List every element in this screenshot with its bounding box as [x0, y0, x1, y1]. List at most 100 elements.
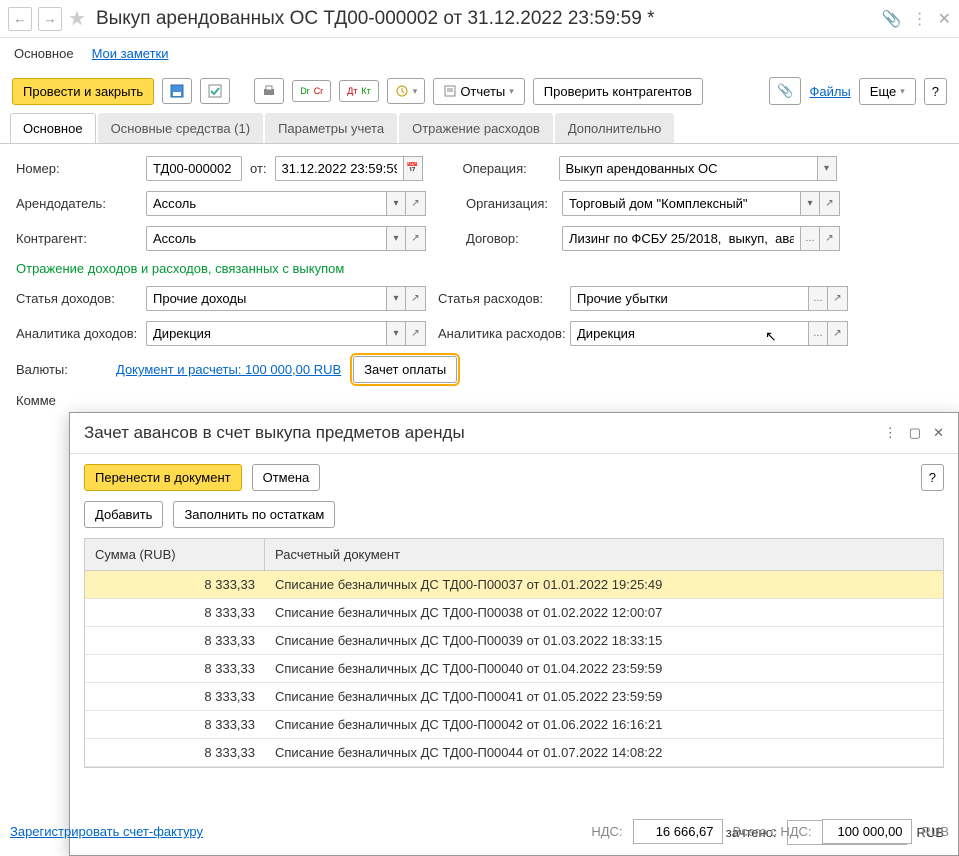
- table-row[interactable]: 8 333,33Списание безналичных ДС ТД00-П00…: [85, 739, 943, 767]
- dropdown-icon[interactable]: ▾: [817, 156, 837, 181]
- lessor-label: Арендодатель:: [16, 196, 146, 211]
- attach-icon[interactable]: 📎: [882, 9, 902, 29]
- cell-sum: 8 333,33: [85, 627, 265, 654]
- close-icon[interactable]: ✕: [938, 9, 951, 29]
- table-row[interactable]: 8 333,33Списание безналичных ДС ТД00-П00…: [85, 627, 943, 655]
- dt-ct-button[interactable]: DrCr: [292, 80, 331, 102]
- dropdown-icon[interactable]: ▾: [800, 191, 820, 216]
- nav-back[interactable]: ←: [8, 7, 32, 31]
- section-header: Отражение доходов и расходов, связанных …: [16, 261, 943, 276]
- counter-input[interactable]: [146, 226, 386, 251]
- currency-link[interactable]: Документ и расчеты: 100 000,00 RUB: [116, 362, 341, 377]
- footer-currency: RUB: [922, 824, 949, 839]
- cell-sum: 8 333,33: [85, 655, 265, 682]
- open-icon[interactable]: ↗: [406, 321, 426, 346]
- cell-doc: Списание безналичных ДС ТД00-П00042 от 0…: [265, 711, 943, 738]
- kebab-icon[interactable]: ⋮: [912, 9, 928, 29]
- save-button[interactable]: [162, 78, 192, 104]
- dropdown-icon[interactable]: ▾: [386, 191, 406, 216]
- contract-input[interactable]: [562, 226, 800, 251]
- fill-button[interactable]: Заполнить по остаткам: [173, 501, 335, 528]
- total-with-nds-input: [822, 819, 912, 844]
- dropdown-icon[interactable]: ▾: [386, 286, 406, 311]
- tab-main[interactable]: Основное: [10, 113, 96, 143]
- open-icon[interactable]: ↗: [820, 191, 840, 216]
- comment-label: Комме: [16, 393, 76, 408]
- nav-fwd[interactable]: →: [38, 7, 62, 31]
- dialog-kebab-icon[interactable]: ⋮: [884, 425, 897, 441]
- ellipsis-icon[interactable]: …: [800, 226, 820, 251]
- tab-params[interactable]: Параметры учета: [265, 113, 397, 143]
- cell-doc: Списание безналичных ДС ТД00-П00044 от 0…: [265, 739, 943, 766]
- cell-sum: 8 333,33: [85, 711, 265, 738]
- number-input[interactable]: [146, 156, 242, 181]
- operation-label: Операция:: [463, 161, 559, 176]
- cell-sum: 8 333,33: [85, 571, 265, 598]
- cell-doc: Списание безналичных ДС ТД00-П00038 от 0…: [265, 599, 943, 626]
- print-button[interactable]: [254, 78, 284, 104]
- open-icon[interactable]: ↗: [406, 226, 426, 251]
- more-button[interactable]: Еще ▾: [859, 78, 916, 105]
- cell-doc: Списание безналичных ДС ТД00-П00039 от 0…: [265, 627, 943, 654]
- ellipsis-icon[interactable]: …: [808, 321, 828, 346]
- operation-input[interactable]: [559, 156, 817, 181]
- subtab-main[interactable]: Основное: [14, 46, 74, 61]
- dropdown-icon[interactable]: ▾: [386, 321, 406, 346]
- add-button[interactable]: Добавить: [84, 501, 163, 528]
- contract-label: Договор:: [466, 231, 562, 246]
- help-button[interactable]: ?: [924, 78, 947, 105]
- check-counterparty-button[interactable]: Проверить контрагентов: [533, 78, 703, 105]
- post-close-button[interactable]: Провести и закрыть: [12, 78, 154, 105]
- table-row[interactable]: 8 333,33Списание безналичных ДС ТД00-П00…: [85, 655, 943, 683]
- open-icon[interactable]: ↗: [828, 321, 848, 346]
- org-input[interactable]: [562, 191, 800, 216]
- dropdown-icon[interactable]: ▾: [386, 226, 406, 251]
- table-row[interactable]: 8 333,33Списание безналичных ДС ТД00-П00…: [85, 571, 943, 599]
- structure-button[interactable]: ▾: [387, 78, 426, 104]
- clip-button[interactable]: 📎: [769, 77, 801, 105]
- cell-doc: Списание безналичных ДС ТД00-П00037 от 0…: [265, 571, 943, 598]
- col-doc[interactable]: Расчетный документ: [265, 539, 943, 570]
- post-button[interactable]: [200, 78, 230, 104]
- ellipsis-icon[interactable]: …: [808, 286, 828, 311]
- total-with-nds-label: Всего с НДС:: [733, 824, 812, 839]
- income-art-input[interactable]: [146, 286, 386, 311]
- table-row[interactable]: 8 333,33Списание безналичных ДС ТД00-П00…: [85, 711, 943, 739]
- calendar-icon[interactable]: 📅: [403, 156, 423, 181]
- income-art-label: Статья доходов:: [16, 291, 146, 306]
- expense-an-label: Аналитика расходов:: [438, 326, 570, 341]
- expense-an-input[interactable]: [570, 321, 808, 346]
- offset-dialog: Зачет авансов в счет выкупа предметов ар…: [69, 412, 959, 856]
- col-sum[interactable]: Сумма (RUB): [85, 539, 265, 570]
- tab-expenses[interactable]: Отражение расходов: [399, 113, 553, 143]
- tabs: Основное Основные средства (1) Параметры…: [0, 113, 959, 144]
- cancel-button[interactable]: Отмена: [252, 464, 321, 491]
- to-document-button[interactable]: Перенести в документ: [84, 464, 242, 491]
- dialog-max-icon[interactable]: ▢: [909, 425, 921, 441]
- dialog-help-button[interactable]: ?: [921, 464, 944, 491]
- cell-doc: Списание безналичных ДС ТД00-П00041 от 0…: [265, 683, 943, 710]
- dt-kt-button[interactable]: ДтКт: [339, 80, 379, 102]
- date-input[interactable]: [275, 156, 403, 181]
- open-icon[interactable]: ↗: [828, 286, 848, 311]
- files-link[interactable]: Файлы: [809, 84, 850, 99]
- number-label: Номер:: [16, 161, 146, 176]
- table-row[interactable]: 8 333,33Списание безналичных ДС ТД00-П00…: [85, 599, 943, 627]
- income-an-input[interactable]: [146, 321, 386, 346]
- expense-art-input[interactable]: [570, 286, 808, 311]
- page-title: Выкуп арендованных ОС ТД00-000002 от 31.…: [96, 8, 655, 30]
- lessor-input[interactable]: [146, 191, 386, 216]
- open-icon[interactable]: ↗: [820, 226, 840, 251]
- register-invoice-link[interactable]: Зарегистрировать счет-фактуру: [10, 824, 203, 839]
- dialog-close-icon[interactable]: ✕: [933, 425, 944, 441]
- subtab-notes[interactable]: Мои заметки: [92, 46, 169, 61]
- tab-additional[interactable]: Дополнительно: [555, 113, 675, 143]
- cell-sum: 8 333,33: [85, 683, 265, 710]
- open-icon[interactable]: ↗: [406, 286, 426, 311]
- reports-button[interactable]: Отчеты▾: [433, 78, 524, 105]
- offset-button[interactable]: Зачет оплаты: [353, 356, 457, 383]
- tab-assets[interactable]: Основные средства (1): [98, 113, 264, 143]
- open-icon[interactable]: ↗: [406, 191, 426, 216]
- favorite-star-icon[interactable]: ★: [68, 6, 86, 31]
- table-row[interactable]: 8 333,33Списание безналичных ДС ТД00-П00…: [85, 683, 943, 711]
